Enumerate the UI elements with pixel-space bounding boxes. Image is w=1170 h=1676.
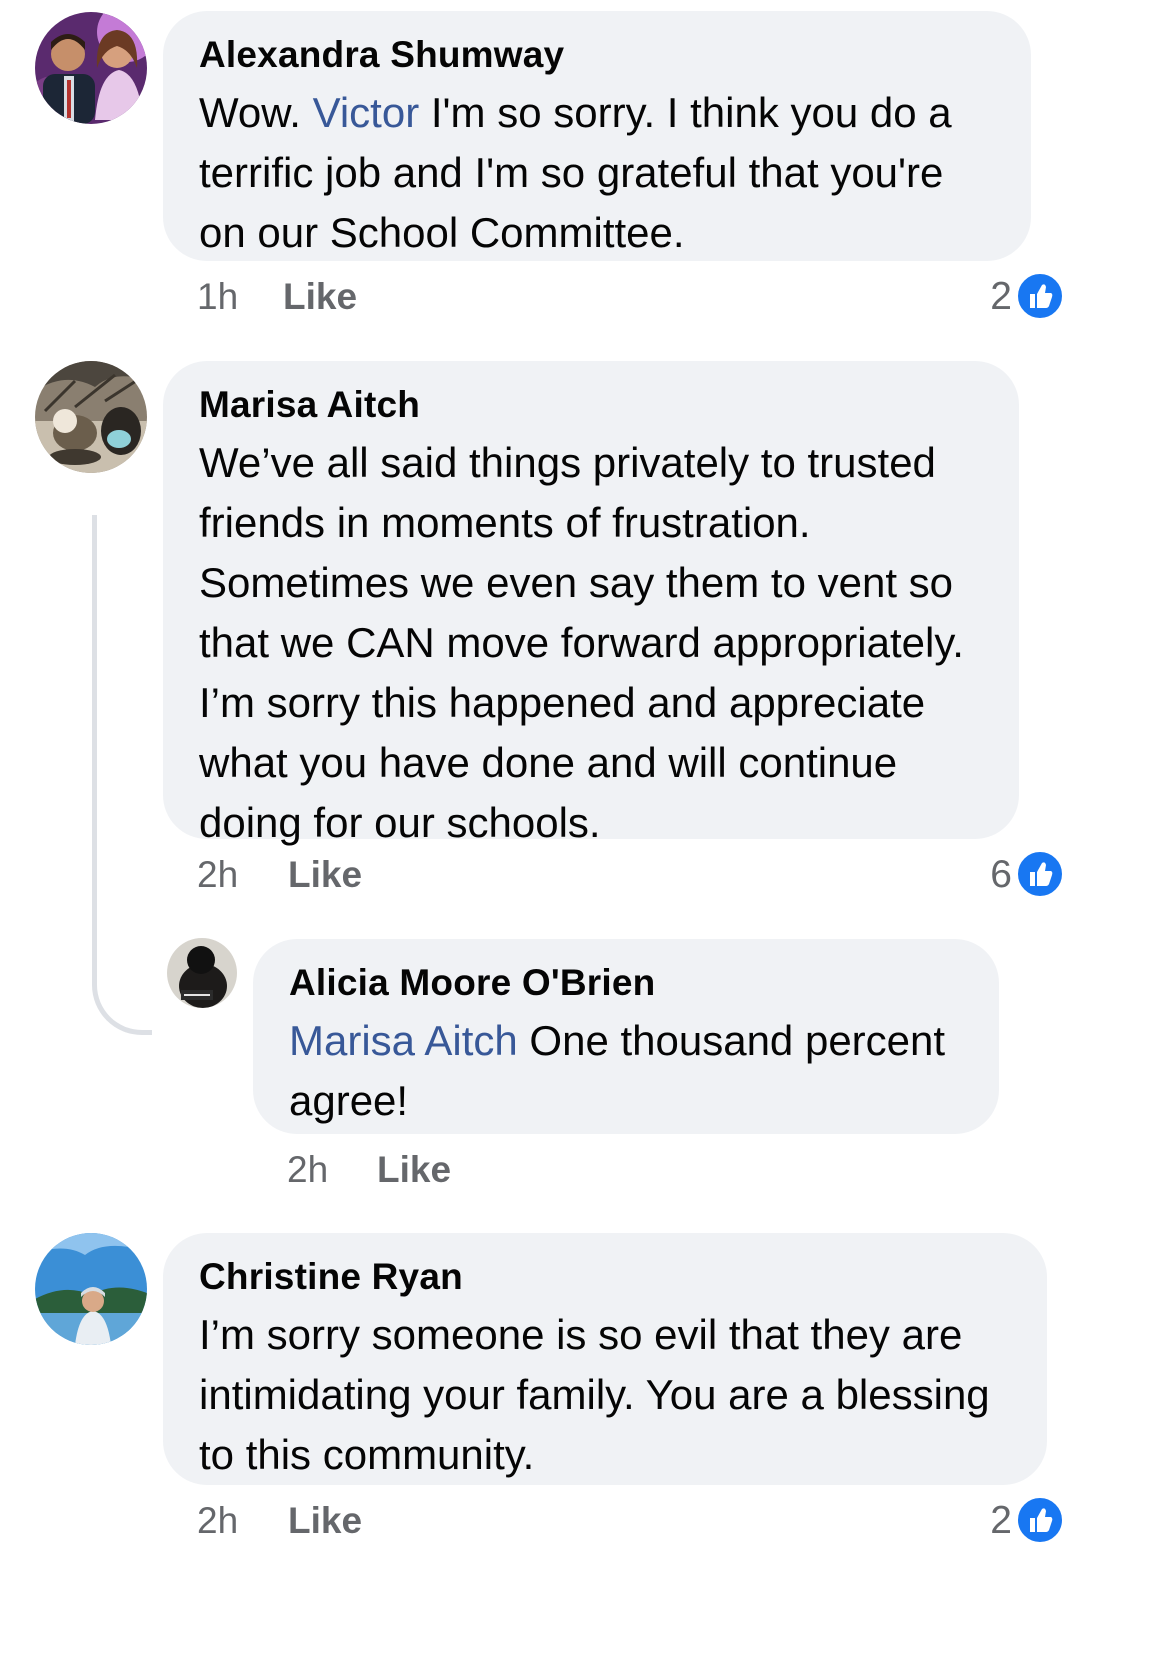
comment-meta: 2h Like <box>287 1145 587 1195</box>
comment-text: Wow. Victor I'm so sorry. I think you do… <box>199 83 995 263</box>
reaction-count: 2 <box>990 1499 1012 1542</box>
reaction-summary[interactable]: 6 <box>960 850 1064 900</box>
comment-bubble: Christine Ryan I’m sorry someone is so e… <box>163 1233 1047 1485</box>
comment-bubble: Alexandra Shumway Wow. Victor I'm so sor… <box>163 11 1031 261</box>
reply-bubble: Alicia Moore O'Brien Marisa Aitch One th… <box>253 939 999 1134</box>
like-button[interactable]: Like <box>377 1145 451 1195</box>
comment-timestamp[interactable]: 2h <box>287 1145 328 1195</box>
mention-link[interactable]: Marisa Aitch <box>289 1017 518 1064</box>
comment-text-before: Wow. <box>199 89 313 136</box>
comment-timestamp[interactable]: 2h <box>197 850 238 900</box>
avatar[interactable] <box>35 12 147 124</box>
comment-text: I’m sorry someone is so evil that they a… <box>199 1311 990 1478</box>
comment-bubble: Marisa Aitch We’ve all said things priva… <box>163 361 1019 846</box>
comment-meta: 1h Like <box>197 272 497 322</box>
mention-link[interactable]: Victor <box>313 89 420 136</box>
comment-author[interactable]: Marisa Aitch <box>199 383 983 427</box>
comment-meta: 2h Like <box>197 1496 497 1546</box>
reaction-count: 2 <box>990 275 1012 318</box>
comment-timestamp[interactable]: 1h <box>197 272 238 322</box>
comment-author[interactable]: Alicia Moore O'Brien <box>289 961 963 1005</box>
comment-author[interactable]: Alexandra Shumway <box>199 33 995 77</box>
thumbs-up-icon <box>1016 272 1064 320</box>
avatar[interactable] <box>35 1233 147 1345</box>
reply-thread-line <box>92 515 152 1035</box>
comment-text: Marisa Aitch One thousand percent agree! <box>289 1011 963 1131</box>
comment-author[interactable]: Christine Ryan <box>199 1255 1011 1299</box>
reaction-summary[interactable]: 2 <box>960 1496 1064 1546</box>
comment-timestamp[interactable]: 2h <box>197 1496 238 1546</box>
comment-meta: 2h Like <box>197 850 497 900</box>
comment-text: We’ve all said things privately to trust… <box>199 439 964 846</box>
reaction-summary[interactable]: 2 <box>960 272 1064 322</box>
like-button[interactable]: Like <box>288 850 362 900</box>
like-button[interactable]: Like <box>283 272 357 322</box>
avatar[interactable] <box>35 361 147 473</box>
thumbs-up-icon <box>1016 1496 1064 1544</box>
like-button[interactable]: Like <box>288 1496 362 1546</box>
reaction-count: 6 <box>990 853 1012 896</box>
thumbs-up-icon <box>1016 850 1064 898</box>
avatar[interactable] <box>167 938 237 1008</box>
